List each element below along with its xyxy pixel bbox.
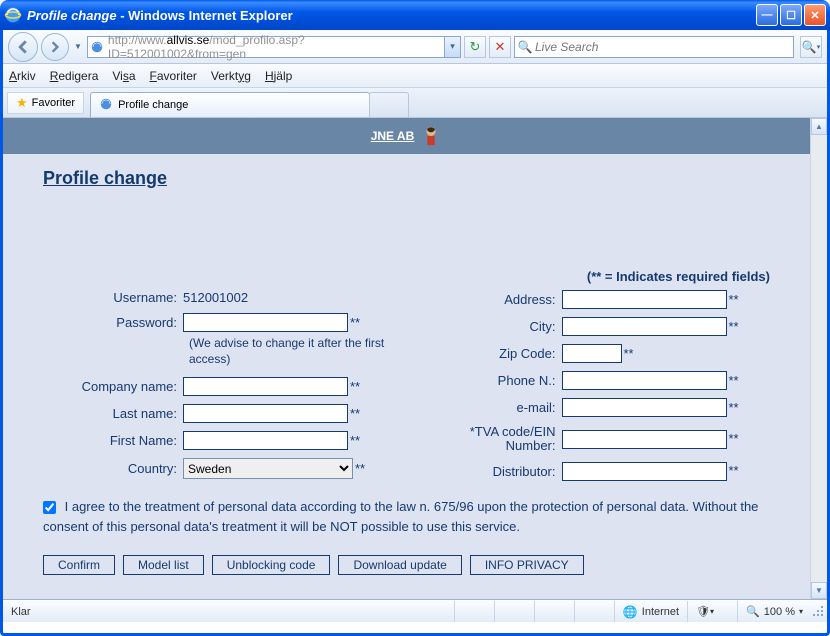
address-bar[interactable]: http://www.allvis.se/mod_profilo.asp?ID=… [87, 36, 461, 58]
forward-button[interactable] [41, 33, 69, 61]
menu-redigera[interactable]: Redigera [50, 69, 99, 83]
scroll-up-button[interactable]: ▲ [811, 118, 827, 135]
phone-field[interactable] [562, 371, 727, 390]
stop-button[interactable]: ✕ [489, 36, 511, 58]
search-input[interactable] [535, 40, 793, 54]
label-lastname: Last name: [43, 406, 183, 421]
email-field[interactable] [562, 398, 727, 417]
label-zip: Zip Code: [422, 346, 562, 361]
unblocking-code-button[interactable]: Unblocking code [212, 555, 331, 575]
refresh-button[interactable]: ↻ [464, 36, 486, 58]
resize-grip[interactable] [811, 604, 827, 620]
label-firstname: First Name: [43, 433, 183, 448]
brand-logo-icon [420, 125, 442, 147]
company-field[interactable] [183, 377, 348, 396]
model-list-button[interactable]: Model list [123, 555, 204, 575]
brand-name: JNE AB [371, 129, 415, 143]
menu-bar: Arkiv Redigera Visa Favoriter Verktyg Hj… [3, 64, 827, 88]
label-country: Country: [43, 461, 183, 476]
label-distributor: Distributor: [422, 464, 562, 479]
consent-block: I agree to the treatment of personal dat… [43, 497, 770, 537]
scroll-down-button[interactable]: ▼ [811, 582, 827, 599]
info-privacy-button[interactable]: INFO PRIVACY [470, 555, 584, 575]
tab-active[interactable]: Profile change [90, 92, 370, 117]
back-button[interactable] [8, 32, 38, 62]
required-note: (** = Indicates required fields) [43, 269, 770, 284]
label-company: Company name: [43, 379, 183, 394]
address-dropdown[interactable]: ▾ [444, 37, 460, 57]
status-bar: Klar 🌐 Internet 🛡 ▾ 🔍 100 % ▾ [3, 600, 827, 622]
ie-icon [4, 6, 22, 24]
search-icon: 🔍 [515, 40, 535, 54]
label-city: City: [422, 319, 562, 334]
protected-mode-cell[interactable]: 🛡 ▾ [687, 601, 737, 622]
tva-field[interactable] [562, 430, 727, 449]
window-title: Profile change - Windows Internet Explor… [27, 8, 756, 23]
menu-arkiv[interactable]: Arkiv [9, 69, 36, 83]
navigation-toolbar: ▼ http://www.allvis.se/mod_profilo.asp?I… [3, 30, 827, 64]
window-titlebar: Profile change - Windows Internet Explor… [0, 0, 830, 30]
globe-icon: 🌐 [623, 605, 638, 619]
star-icon: ★ [16, 95, 28, 111]
page-content: JNE AB Profile change (** = Indicates re… [3, 118, 810, 599]
window-maximize-button[interactable]: ☐ [780, 4, 802, 26]
window-close-button[interactable]: ✕ [804, 4, 826, 26]
consent-text: I agree to the treatment of personal dat… [43, 499, 758, 534]
zoom-control[interactable]: 🔍 100 % ▾ [737, 601, 811, 622]
label-address: Address: [422, 292, 562, 307]
vertical-scrollbar[interactable]: ▲ ▼ [810, 118, 827, 599]
label-tva: *TVA code/EIN Number: [422, 425, 562, 454]
menu-hjalp[interactable]: Hjälp [265, 69, 292, 83]
nav-history-dropdown[interactable]: ▼ [72, 42, 84, 51]
value-username: 512001002 [183, 290, 248, 305]
new-tab-button[interactable] [369, 92, 409, 117]
tabs-bar: ★ Favoriter Profile change [3, 88, 827, 118]
password-field[interactable] [183, 313, 348, 332]
page-icon [88, 40, 106, 54]
city-field[interactable] [562, 317, 727, 336]
menu-favoriter[interactable]: Favoriter [150, 69, 197, 83]
favorites-label: Favoriter [32, 97, 75, 109]
search-go-button[interactable]: 🔍▾ [800, 36, 822, 58]
label-username: Username: [43, 290, 183, 305]
ie-tab-icon [99, 97, 113, 114]
url-input[interactable]: http://www.allvis.se/mod_profilo.asp?ID=… [106, 33, 444, 61]
distributor-field[interactable] [562, 462, 727, 481]
content-viewport: JNE AB Profile change (** = Indicates re… [3, 118, 827, 600]
menu-verktyg[interactable]: Verktyg [211, 69, 251, 83]
security-zone[interactable]: 🌐 Internet [614, 601, 687, 622]
zip-field[interactable] [562, 344, 622, 363]
window-minimize-button[interactable]: — [756, 4, 778, 26]
zoom-icon: 🔍 [746, 605, 760, 618]
address-field[interactable] [562, 290, 727, 309]
consent-checkbox[interactable] [43, 501, 56, 514]
country-select[interactable]: Sweden [183, 458, 353, 479]
label-phone: Phone N.: [422, 373, 562, 388]
menu-visa[interactable]: Visa [112, 69, 135, 83]
favorites-button[interactable]: ★ Favoriter [7, 92, 84, 114]
download-update-button[interactable]: Download update [338, 555, 461, 575]
password-hint: (We advise to change it after the first … [189, 336, 392, 367]
confirm-button[interactable]: Confirm [43, 555, 115, 575]
page-title: Profile change [43, 168, 770, 189]
search-bar[interactable]: 🔍 [514, 36, 794, 58]
tab-title: Profile change [118, 99, 188, 111]
firstname-field[interactable] [183, 431, 348, 450]
label-password: Password: [43, 315, 183, 330]
label-email: e-mail: [422, 400, 562, 415]
status-ready: Klar [3, 601, 63, 622]
page-banner: JNE AB [3, 118, 810, 154]
shield-icon: 🛡 [696, 605, 710, 618]
lastname-field[interactable] [183, 404, 348, 423]
